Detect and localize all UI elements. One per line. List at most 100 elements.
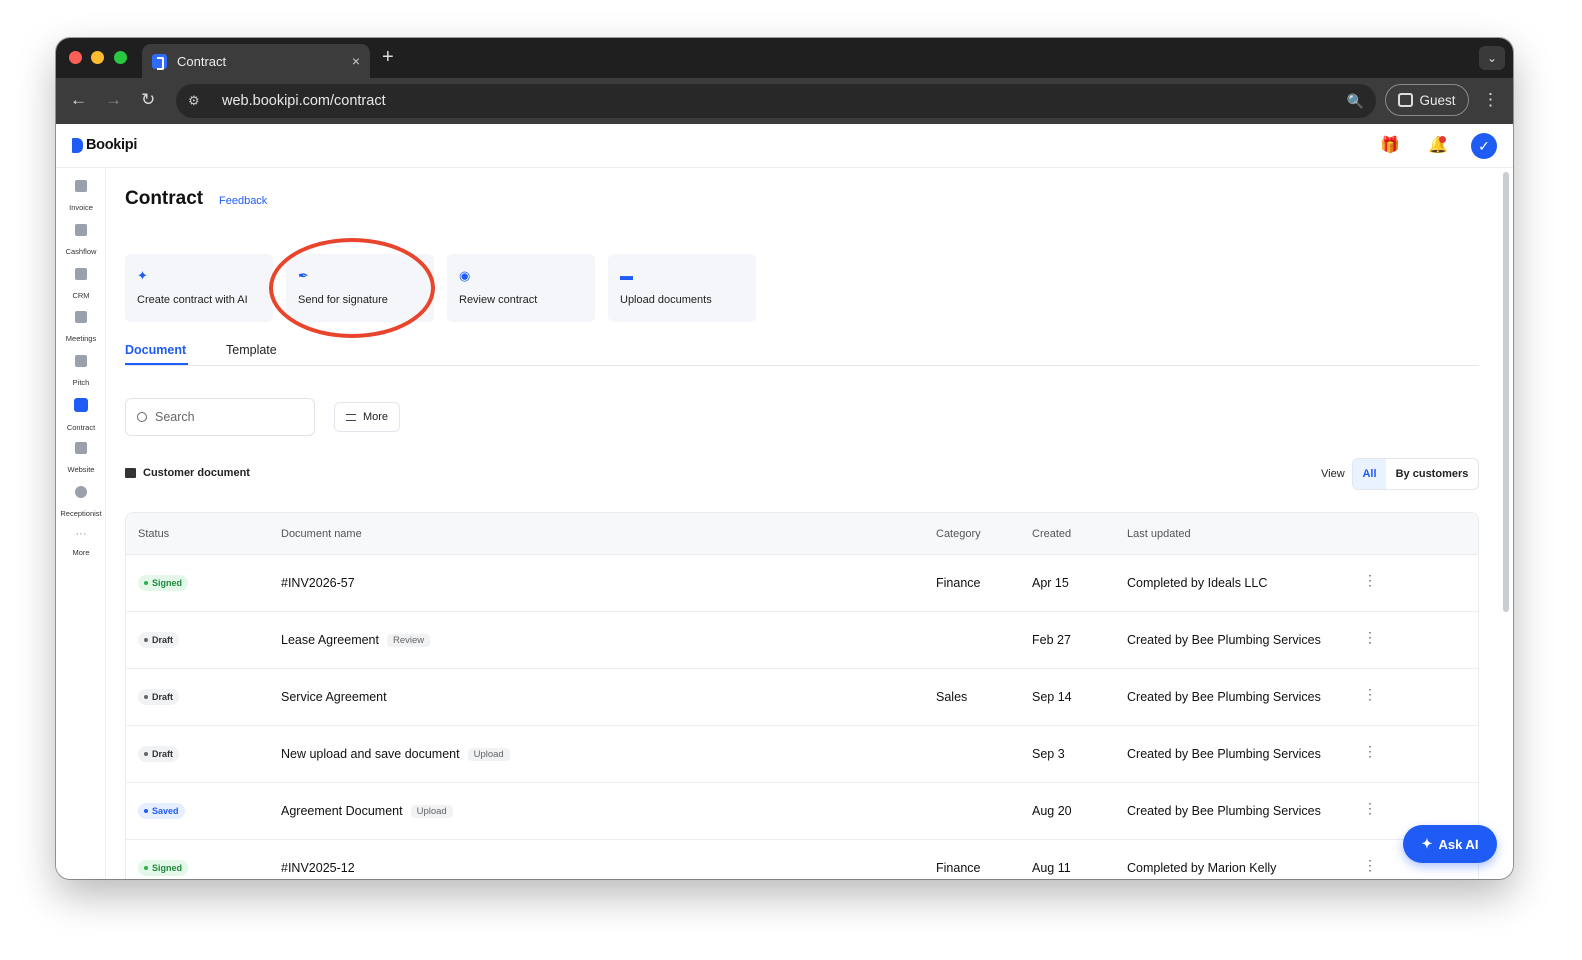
- feedback-link[interactable]: Feedback: [219, 195, 267, 207]
- review-contract-card[interactable]: ◉ Review contract: [447, 254, 595, 322]
- vertical-scrollbar[interactable]: [1503, 172, 1509, 612]
- tab-document[interactable]: Document: [125, 343, 186, 357]
- status-badge: Saved: [138, 803, 185, 819]
- ask-ai-button[interactable]: ✦ Ask AI: [1403, 825, 1497, 863]
- document-name[interactable]: Lease Agreement: [281, 633, 379, 647]
- status-dot: [144, 809, 148, 813]
- document-name-cell[interactable]: #INV2025-12: [281, 861, 355, 875]
- view-all-option[interactable]: All: [1353, 459, 1386, 489]
- eye-icon: ◉: [459, 268, 471, 283]
- document-tag: Upload: [467, 748, 510, 762]
- status-dot: [144, 638, 148, 642]
- table-row[interactable]: Saved Agreement Document Upload Aug 20 Creat…: [126, 783, 1478, 840]
- forward-icon[interactable]: →: [105, 90, 122, 110]
- status-text: Draft: [152, 749, 174, 759]
- browser-menu-icon[interactable]: ⋮: [1482, 90, 1499, 110]
- minimize-window-icon[interactable]: [91, 51, 104, 64]
- sidebar-item-more[interactable]: ··· More: [56, 528, 106, 560]
- sidebar-item-meetings[interactable]: Meetings: [56, 311, 106, 346]
- meetings-icon: [75, 311, 87, 323]
- zoom-icon[interactable]: 🔍: [1347, 93, 1364, 110]
- status-badge: Draft: [138, 632, 180, 648]
- reload-icon[interactable]: ↻: [141, 90, 155, 110]
- sidebar-item-label: CRM: [72, 291, 90, 300]
- column-header-updated: Last updated: [1127, 528, 1191, 540]
- cashflow-icon: [75, 224, 87, 236]
- table-body: Signed #INV2026-57 Finance Apr 15 Completed …: [126, 555, 1478, 879]
- category-cell: Finance: [936, 576, 981, 590]
- table-row[interactable]: Draft New upload and save document Upload S…: [126, 726, 1478, 783]
- document-name[interactable]: #INV2025-12: [281, 861, 355, 875]
- active-tab-underline: [125, 363, 188, 365]
- created-cell: Sep 14: [1032, 690, 1072, 704]
- status-dot: [144, 581, 148, 585]
- more-filter-button[interactable]: More: [334, 402, 400, 432]
- sidebar-item-website[interactable]: Website: [56, 442, 106, 477]
- tab-template[interactable]: Template: [226, 343, 277, 357]
- category-cell: Sales: [936, 690, 968, 704]
- document-name-cell[interactable]: Service Agreement: [281, 690, 387, 704]
- create-contract-ai-card[interactable]: ✦ Create contract with AI: [125, 254, 273, 322]
- last-updated-cell: Created by Bee Plumbing Services: [1127, 690, 1321, 704]
- table-row[interactable]: Signed #INV2026-57 Finance Apr 15 Completed …: [126, 555, 1478, 612]
- row-menu-icon[interactable]: ⋮: [1363, 686, 1377, 703]
- document-name[interactable]: New upload and save document: [281, 747, 460, 761]
- document-name[interactable]: Agreement Document: [281, 804, 403, 818]
- table-row[interactable]: Draft Service Agreement Sales Sep 14 Created…: [126, 669, 1478, 726]
- sidebar-item-cashflow[interactable]: Cashflow: [56, 224, 106, 259]
- address-bar[interactable]: ⚙ web.bookipi.com/contract 🔍: [176, 84, 1376, 118]
- tab-close-icon[interactable]: ×: [352, 53, 360, 69]
- document-name-cell[interactable]: #INV2026-57: [281, 576, 355, 590]
- notification-dot: [1439, 136, 1446, 143]
- profile-button[interactable]: Guest: [1385, 84, 1469, 116]
- avatar[interactable]: ✓: [1471, 133, 1497, 159]
- document-name[interactable]: #INV2026-57: [281, 576, 355, 590]
- sidebar-item-label: Meetings: [65, 334, 97, 343]
- browser-toolbar: ← → ↻ ⚙ web.bookipi.com/contract 🔍 Guest…: [56, 78, 1513, 124]
- view-label: View: [1321, 468, 1345, 480]
- document-name-cell[interactable]: Lease Agreement Review: [281, 633, 431, 648]
- action-label: Review contract: [459, 294, 538, 306]
- new-tab-icon[interactable]: +: [382, 46, 394, 69]
- url-text[interactable]: web.bookipi.com/contract: [222, 93, 1347, 109]
- document-name[interactable]: Service Agreement: [281, 690, 387, 704]
- sidebar: Invoice Cashflow CRM Meetings Pitch Cont…: [56, 168, 106, 879]
- table-row[interactable]: Signed #INV2025-12 Finance Aug 11 Completed …: [126, 840, 1478, 879]
- search-input[interactable]: [155, 410, 295, 424]
- crm-icon: [75, 268, 87, 280]
- site-settings-icon[interactable]: ⚙: [188, 93, 210, 109]
- document-name-cell[interactable]: New upload and save document Upload: [281, 747, 510, 762]
- bookipi-logo[interactable]: Bookipi: [72, 137, 137, 153]
- row-menu-icon[interactable]: ⋮: [1363, 629, 1377, 646]
- close-window-icon[interactable]: [69, 51, 82, 64]
- column-header-status: Status: [138, 528, 170, 540]
- sidebar-item-contract[interactable]: Contract: [56, 398, 106, 435]
- upload-documents-card[interactable]: ▬ Upload documents: [608, 254, 756, 322]
- gift-icon[interactable]: 🎁: [1380, 135, 1400, 155]
- maximize-window-icon[interactable]: [114, 51, 127, 64]
- folder-icon: ▬: [620, 268, 633, 283]
- search-field[interactable]: [125, 398, 315, 436]
- sidebar-item-pitch[interactable]: Pitch: [56, 355, 106, 390]
- status-badge: Signed: [138, 575, 189, 591]
- row-menu-icon[interactable]: ⋮: [1363, 743, 1377, 760]
- sidebar-item-label: Contract: [66, 423, 96, 432]
- view-by-customers-option[interactable]: By customers: [1386, 459, 1478, 489]
- more-dots-icon: ···: [75, 528, 87, 540]
- tab-search-icon[interactable]: ⌄: [1479, 46, 1505, 70]
- document-name-cell[interactable]: Agreement Document Upload: [281, 804, 453, 819]
- send-for-signature-card[interactable]: ✒ Send for signature: [286, 254, 434, 322]
- row-menu-icon[interactable]: ⋮: [1363, 800, 1377, 817]
- home-icon: [125, 468, 136, 478]
- sidebar-item-invoice[interactable]: Invoice: [56, 180, 106, 215]
- sidebar-item-receptionist[interactable]: Receptionist: [56, 486, 106, 521]
- row-menu-icon[interactable]: ⋮: [1363, 857, 1377, 874]
- browser-tab[interactable]: Contract ×: [142, 44, 370, 78]
- back-icon[interactable]: ←: [70, 90, 87, 110]
- status-text: Saved: [152, 806, 179, 816]
- row-menu-icon[interactable]: ⋮: [1363, 572, 1377, 589]
- sidebar-item-label: More: [72, 548, 90, 557]
- sidebar-item-crm[interactable]: CRM: [56, 268, 106, 303]
- table-row[interactable]: Draft Lease Agreement Review Feb 27 Created …: [126, 612, 1478, 669]
- status-dot: [144, 695, 148, 699]
